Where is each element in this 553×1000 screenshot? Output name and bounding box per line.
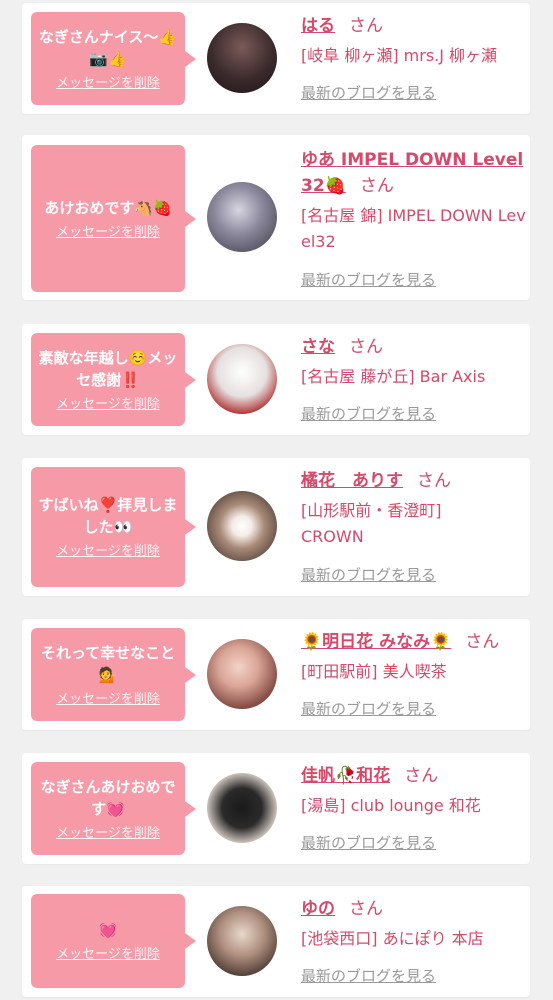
shop-info: [湯島] club lounge 和花: [301, 796, 481, 815]
honorific: さん: [417, 471, 451, 491]
message-card: あけおめです🐴🍓 メッセージを削除 ゆあ IMPEL DOWN Level32🍓…: [22, 135, 530, 300]
shop-info: [山形駅前・香澄町] CROWN: [301, 501, 442, 546]
honorific: さん: [465, 632, 500, 652]
message-text: なぎさんあけおめです💓: [40, 777, 176, 818]
avatar[interactable]: [207, 639, 277, 709]
delete-message-link[interactable]: メッセージを削除: [56, 947, 160, 963]
user-name-link[interactable]: さな: [301, 337, 335, 357]
shop-info: [池袋西口] あにぽり 本店: [301, 929, 484, 948]
user-name-link[interactable]: 佳帆🥀和花: [301, 766, 390, 786]
latest-blog-link[interactable]: 最新のブログを見る: [301, 566, 436, 584]
honorific: さん: [349, 899, 383, 919]
latest-blog-link[interactable]: 最新のブログを見る: [301, 405, 436, 423]
message-bubble: それって幸せなこと💁 メッセージを削除: [31, 628, 196, 721]
shop-info: [岐阜 柳ヶ瀬] mrs.J 柳ヶ瀬: [301, 46, 498, 65]
message-card: 💓 メッセージを削除 ゆの さん [池袋西口] あにぽり 本店 最新のブログを見る: [22, 886, 530, 997]
avatar[interactable]: [207, 23, 277, 93]
user-name-link[interactable]: ゆあ IMPEL DOWN Level32🍓: [301, 150, 523, 196]
message-bubble: すばいね❣️拝見しました👀 メッセージを削除: [31, 467, 196, 587]
message-card: 素敵な年越し☺️メッセ感謝‼️ メッセージを削除 さな さん [名古屋 藤が丘] …: [22, 324, 530, 435]
shop-info: [名古屋 錦] IMPEL DOWN Level32: [301, 206, 526, 251]
latest-blog-link[interactable]: 最新のブログを見る: [301, 967, 436, 985]
message-text: あけおめです🐴🍓: [44, 198, 172, 217]
message-text: 💓: [98, 921, 118, 939]
user-name-link[interactable]: ゆの: [301, 899, 335, 919]
message-text: 素敵な年越し☺️メッセ感謝‼️: [38, 348, 178, 389]
message-bubble: あけおめです🐴🍓 メッセージを削除: [31, 145, 196, 292]
delete-message-link[interactable]: メッセージを削除: [56, 544, 160, 560]
message-text: それって幸せなこと💁: [40, 643, 176, 684]
message-bubble: 素敵な年越し☺️メッセ感謝‼️ メッセージを削除: [31, 333, 196, 426]
user-name-link[interactable]: 🌻明日花 みなみ🌻: [301, 632, 451, 652]
message-card: なぎさんあけおめです💓 メッセージを削除 佳帆🥀和花 さん [湯島] club l…: [22, 753, 530, 864]
avatar[interactable]: [207, 344, 277, 414]
latest-blog-link[interactable]: 最新のブログを見る: [301, 271, 436, 289]
honorific: さん: [349, 16, 383, 36]
latest-blog-link[interactable]: 最新のブログを見る: [301, 834, 436, 852]
avatar[interactable]: [207, 906, 277, 976]
honorific: さん: [359, 176, 394, 196]
message-bubble: なぎさんナイス〜👍📷👍 メッセージを削除: [31, 12, 196, 105]
honorific: さん: [349, 337, 383, 357]
message-bubble: 💓 メッセージを削除: [31, 894, 196, 988]
shop-info: [名古屋 藤が丘] Bar Axis: [301, 367, 486, 386]
message-card: なぎさんナイス〜👍📷👍 メッセージを削除 はる さん [岐阜 柳ヶ瀬] mrs.J…: [22, 3, 530, 114]
delete-message-link[interactable]: メッセージを削除: [56, 225, 160, 241]
avatar[interactable]: [207, 773, 277, 843]
delete-message-link[interactable]: メッセージを削除: [56, 397, 160, 413]
shop-info: [町田駅前] 美人喫茶: [301, 662, 447, 681]
avatar[interactable]: [207, 491, 277, 561]
user-name-link[interactable]: はる: [301, 16, 335, 36]
delete-message-link[interactable]: メッセージを削除: [56, 76, 160, 92]
honorific: さん: [404, 766, 439, 786]
delete-message-link[interactable]: メッセージを削除: [56, 826, 160, 842]
message-text: なぎさんナイス〜👍📷👍: [38, 27, 178, 68]
user-name-link[interactable]: 橘花 ありす: [301, 471, 403, 491]
avatar[interactable]: [207, 182, 277, 252]
message-card: すばいね❣️拝見しました👀 メッセージを削除 橘花 ありす さん [山形駅前・香澄…: [22, 458, 530, 596]
latest-blog-link[interactable]: 最新のブログを見る: [301, 84, 436, 102]
message-text: すばいね❣️拝見しました👀: [38, 496, 178, 536]
message-card: それって幸せなこと💁 メッセージを削除 🌻明日花 みなみ🌻 さん [町田駅前] 美…: [22, 619, 530, 730]
delete-message-link[interactable]: メッセージを削除: [56, 692, 160, 708]
message-bubble: なぎさんあけおめです💓 メッセージを削除: [31, 762, 196, 855]
latest-blog-link[interactable]: 最新のブログを見る: [301, 700, 436, 718]
